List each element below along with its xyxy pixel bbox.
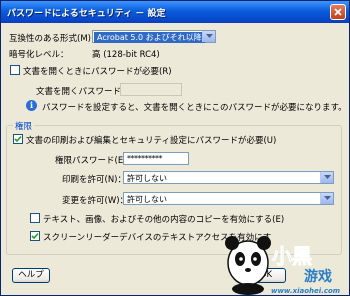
screenreader-checkbox[interactable] — [30, 231, 40, 241]
checkmark-icon — [14, 135, 22, 143]
watermark-subtext: 游戏 — [304, 268, 332, 285]
encryption-value: 高 (128-bit RC4) — [92, 50, 160, 60]
print-permission-label: 印刷を許可(N)： — [62, 175, 126, 185]
open-password-checkbox[interactable] — [10, 65, 20, 75]
window-title: パスワードによるセキュリティ － 設定 — [7, 9, 166, 19]
chevron-down-icon — [320, 172, 333, 183]
watermark-url: www.xiaohei.com — [271, 287, 341, 295]
compat-select-value: Acrobat 5.0 およびそれ以降 — [94, 32, 205, 43]
title-bar[interactable]: パスワードによるセキュリティ － 設定 — [1, 1, 349, 23]
chevron-down-icon — [320, 193, 333, 204]
copy-content-checkbox[interactable] — [30, 213, 40, 223]
print-permission-select[interactable]: 許可しない — [123, 171, 334, 184]
chevron-down-icon — [202, 31, 215, 42]
info-text: パスワードを設定すると、文書を開くときにこのパスワードが必要になります。 — [42, 103, 347, 113]
close-icon — [334, 8, 342, 16]
info-icon: i — [26, 100, 37, 111]
open-password-checkbox-label[interactable]: 文書を開くときにパスワードが必要(R) — [23, 65, 172, 77]
permission-password-value: ********** — [127, 154, 163, 163]
open-password-field[interactable] — [120, 83, 182, 96]
permissions-legend: 権限 — [13, 120, 35, 132]
permission-password-field[interactable]: ********** — [123, 152, 189, 165]
change-permission-value: 許可しない — [127, 195, 167, 204]
help-button[interactable]: ヘルプ — [12, 268, 50, 283]
print-permission-value: 許可しない — [127, 174, 167, 183]
encryption-label: 暗号化レベル： — [9, 50, 69, 60]
watermark-logo: 小黑 游戏 — [225, 236, 332, 295]
compat-select[interactable]: Acrobat 5.0 およびそれ以降 — [92, 30, 216, 43]
change-permission-label: 変更を許可(W)： — [62, 196, 129, 206]
close-button[interactable] — [330, 4, 346, 20]
change-permission-select[interactable]: 許可しない — [123, 192, 334, 205]
require-permissions-label[interactable]: 文書の印刷および編集とセキュリティ設定にパスワードが必要(U) — [26, 134, 276, 146]
dialog-window: パスワードによるセキュリティ － 設定 互換性のある形式(M)： Acrobat… — [0, 0, 350, 296]
compat-label: 互換性のある形式(M)： — [9, 34, 100, 44]
checkmark-icon — [31, 232, 39, 240]
watermark-text: 小黑 — [272, 244, 312, 268]
require-permissions-checkbox[interactable] — [13, 134, 23, 144]
